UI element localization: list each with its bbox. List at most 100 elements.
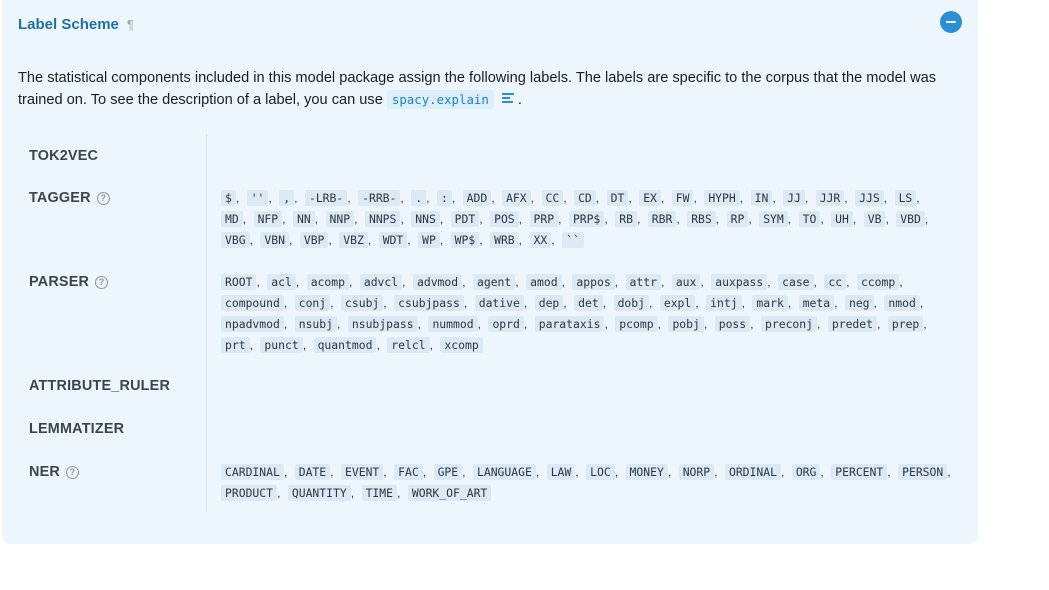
label-tag: PDT [450, 211, 480, 227]
label-separator: , [885, 212, 889, 226]
label-tag: MONEY [625, 464, 668, 480]
label-separator: , [563, 191, 567, 205]
label-tag: quantmod [313, 337, 377, 353]
component-name: LEMMATIZER [29, 421, 124, 437]
label-separator: , [923, 317, 927, 331]
label-separator: , [628, 191, 632, 205]
label-tag: VBZ [339, 232, 368, 248]
label-tag: det [574, 295, 603, 311]
question-circle-icon[interactable]: ? [65, 465, 79, 479]
label-separator: , [780, 465, 785, 479]
label-tag: NNP [325, 211, 355, 227]
label-separator: , [530, 191, 535, 205]
label-tag: ccomp [856, 274, 900, 290]
label-separator: , [741, 296, 745, 310]
label-tag: npadvmod [221, 316, 284, 332]
label-tag: amod [526, 274, 562, 290]
label-tag: RBS [687, 211, 716, 227]
label-separator: , [767, 275, 771, 289]
label-tag: LOC [586, 464, 615, 480]
label-list: CARDINAL, DATE, EVENT, FAC, GPE, LANGUAG… [221, 462, 956, 504]
label-separator: , [477, 317, 482, 331]
label-separator: , [302, 338, 307, 352]
component-name: ATTRIBUTE_RULER [29, 378, 170, 394]
label-tag: pcomp [615, 316, 658, 332]
label-tag: predet [827, 316, 878, 332]
label-tag: agent [472, 274, 516, 290]
label-separator: , [350, 486, 355, 500]
label-separator: , [349, 275, 353, 289]
label-tag: ORG [791, 464, 821, 480]
label-tag: RBR [647, 211, 677, 227]
label-separator: , [277, 486, 281, 500]
label-separator: , [491, 191, 495, 205]
label-separator: , [289, 233, 293, 247]
label-tag: parataxis [534, 316, 605, 332]
label-tag: XX [529, 232, 552, 248]
question-circle-icon[interactable]: ? [95, 275, 109, 289]
label-tag: NN [292, 211, 315, 227]
label-separator: , [439, 212, 444, 226]
label-separator: , [462, 465, 466, 479]
label-tag: acl [267, 274, 296, 290]
column-divider [206, 134, 207, 512]
label-separator: , [660, 191, 665, 205]
label-tag: CD [574, 190, 596, 206]
label-separator: , [367, 233, 372, 247]
label-separator: , [330, 465, 334, 479]
label-separator: , [887, 465, 891, 479]
label-tag: -LRB- [304, 190, 348, 206]
panel-header: Label Scheme ¶ [18, 12, 134, 36]
label-tag: PRP [529, 211, 559, 227]
question-circle-icon[interactable]: ? [96, 191, 110, 205]
label-separator: , [294, 191, 298, 205]
label-tag: HYPH [704, 190, 740, 206]
component-name-label: PARSER [29, 274, 90, 290]
label-tag: NORP [678, 464, 715, 480]
collapse-button[interactable] [940, 11, 962, 33]
label-tag: acomp [306, 274, 349, 290]
panel-title: Label Scheme [18, 15, 119, 33]
anchor-link[interactable]: ¶ [127, 17, 134, 32]
label-tag: NNS [411, 211, 440, 227]
component-name-label: LEMMATIZER [29, 421, 125, 437]
label-tag: csubj [341, 295, 384, 311]
label-separator: , [614, 465, 619, 479]
label-list: $, '', ,, -LRB-, -RRB-, ., :, ADD, AFX, … [221, 188, 956, 251]
label-tag: nsubjpass [347, 316, 418, 332]
label-separator: , [787, 212, 792, 226]
label-tag: PERCENT [831, 464, 888, 480]
label-tag: $ [221, 190, 236, 206]
label-tag: dobj [613, 295, 649, 311]
label-separator: , [347, 191, 351, 205]
label-tag: GPE [433, 464, 463, 480]
label-tag: neg [844, 295, 874, 311]
label-separator: , [714, 465, 718, 479]
label-separator: , [429, 338, 433, 352]
label-separator: , [383, 296, 387, 310]
label-separator: , [649, 296, 653, 310]
label-tag: UH [831, 211, 853, 227]
label-tag: preconj [761, 316, 818, 332]
label-separator: , [330, 296, 334, 310]
label-tag: VBG [221, 232, 250, 248]
label-separator: , [877, 317, 881, 331]
spacy-explain-code[interactable]: spacy.explain [386, 90, 494, 109]
label-tag: LS [894, 190, 917, 206]
label-tag: RP [726, 211, 749, 227]
label-tag: relcl [387, 337, 430, 353]
label-tag: auxpass [711, 274, 768, 290]
label-separator: , [328, 233, 332, 247]
list-icon[interactable] [501, 93, 514, 105]
label-tag: appos [572, 274, 615, 290]
label-tag: . [411, 190, 427, 206]
label-separator: , [739, 191, 744, 205]
component-name-label: TAGGER [29, 190, 91, 206]
label-tag: pobj [668, 316, 704, 332]
label-list: ROOT, acl, acomp, advcl, advmod, agent, … [221, 272, 956, 356]
label-separator: , [715, 212, 720, 226]
label-separator: , [422, 465, 427, 479]
label-separator: , [314, 212, 319, 226]
label-tag: punct [260, 337, 303, 353]
label-tag: prep [887, 316, 924, 332]
